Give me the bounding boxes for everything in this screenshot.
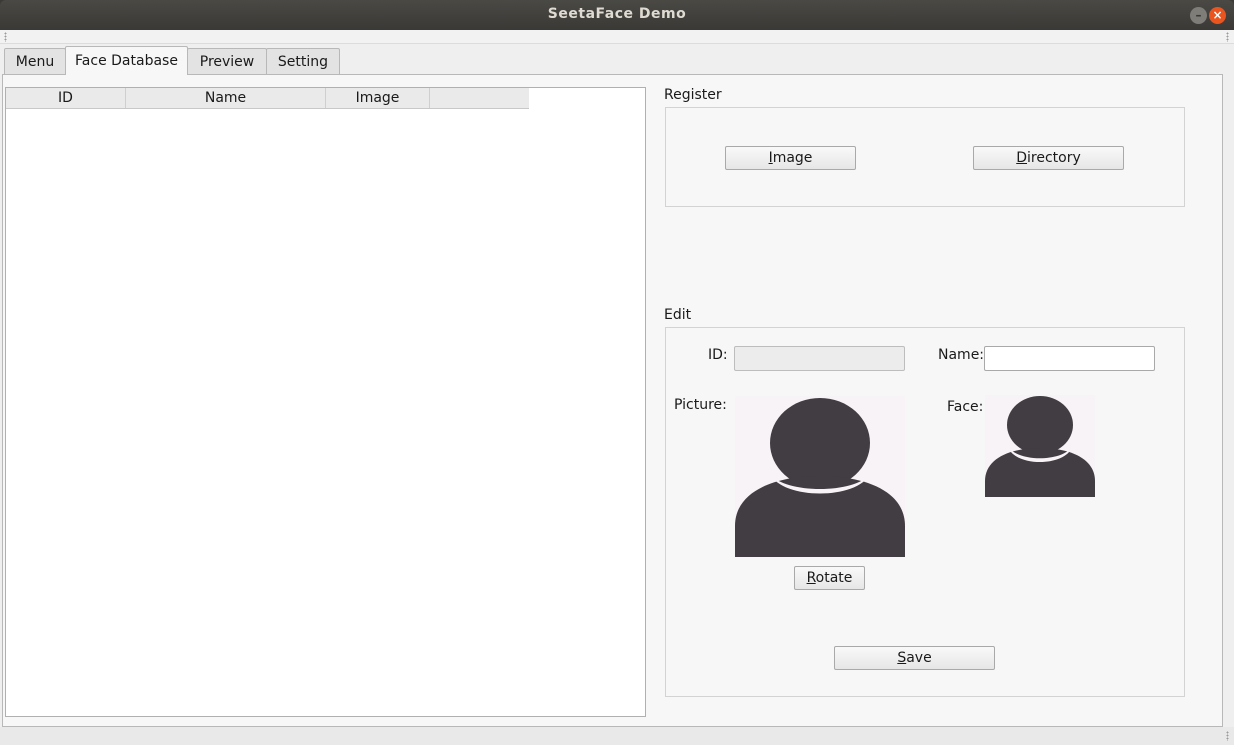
register-title: Register [664, 87, 722, 103]
button-label: irectory [1027, 150, 1081, 166]
face-database-panel: ID Name Image Register Image Directory E… [2, 74, 1223, 727]
edit-title: Edit [664, 307, 692, 323]
window-title: SeetaFace Demo [547, 6, 687, 22]
person-silhouette-icon [735, 398, 905, 557]
id-label: ID: [708, 347, 728, 363]
rotate-button[interactable]: Rotate [794, 566, 865, 590]
toolbar-area [0, 30, 1234, 44]
title-bar[interactable]: SeetaFace Demo – × [0, 0, 1234, 30]
table-header: ID Name Image [6, 88, 529, 109]
main-window: Menu Face Database Preview Setting ID Na… [0, 30, 1234, 745]
name-field[interactable] [984, 346, 1155, 371]
column-header-name[interactable]: Name [126, 88, 326, 108]
mnemonic: R [806, 570, 816, 586]
tab-setting[interactable]: Setting [266, 48, 340, 74]
name-label: Name: [938, 347, 985, 363]
id-field [734, 346, 905, 371]
tab-menu[interactable]: Menu [4, 48, 66, 74]
register-image-button[interactable]: Image [725, 146, 856, 170]
tab-preview[interactable]: Preview [187, 48, 267, 74]
toolbar-grip-icon[interactable] [4, 32, 7, 42]
button-label: otate [815, 570, 853, 586]
register-directory-button[interactable]: Directory [973, 146, 1124, 170]
status-bar [0, 727, 1234, 745]
column-header-id[interactable]: ID [6, 88, 126, 108]
close-icon[interactable]: × [1209, 7, 1226, 24]
minimize-icon[interactable]: – [1190, 7, 1207, 24]
tab-face-database[interactable]: Face Database [65, 46, 188, 75]
edit-group: ID: Name: Picture: Rotate Face: Save [665, 327, 1185, 697]
button-label: ave [906, 650, 932, 666]
button-label: mage [772, 150, 813, 166]
picture-label: Picture: [674, 397, 727, 413]
register-group: Image Directory [665, 107, 1185, 207]
face-label: Face: [947, 399, 984, 415]
column-header-image[interactable]: Image [326, 88, 430, 108]
face-preview [985, 395, 1095, 497]
mnemonic: S [897, 650, 907, 666]
save-button[interactable]: Save [834, 646, 995, 670]
person-silhouette-icon [985, 396, 1095, 497]
toolbar-grip-icon[interactable] [1226, 32, 1229, 42]
mnemonic: D [1016, 150, 1028, 166]
face-table[interactable]: ID Name Image [5, 87, 646, 717]
toolbar-grip-icon[interactable] [1226, 731, 1229, 741]
picture-preview [735, 396, 905, 557]
